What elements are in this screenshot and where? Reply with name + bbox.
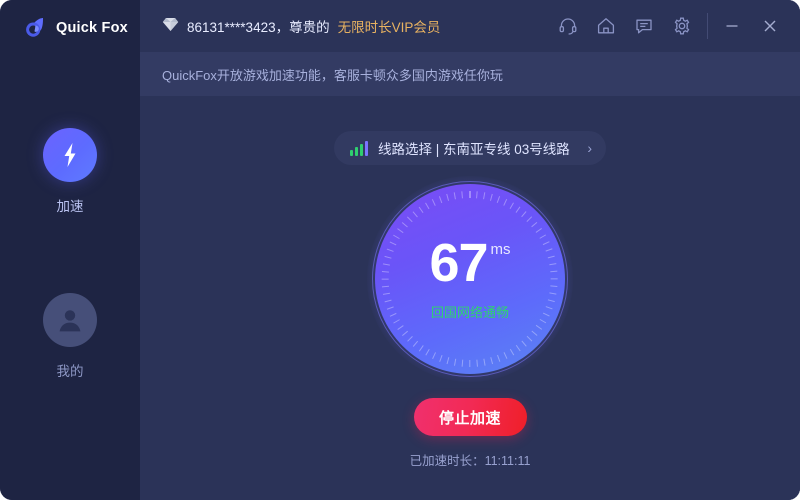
sidebar: Quick Fox 加速 我的 — [0, 0, 140, 500]
gauge-disc: 67 ms 回国网络通畅 — [375, 184, 565, 374]
app-logo-text: Quick Fox — [56, 20, 128, 36]
vip-level-text[interactable]: 无限时长VIP会员 — [338, 16, 441, 36]
acceleration-duration-text: 已加速时长：11:11:11 — [409, 454, 531, 468]
notice-text: QuickFox开放游戏加速功能，客服卡顿众多国内游戏任你玩 — [162, 67, 503, 83]
settings-gear-icon[interactable] — [671, 15, 693, 37]
line-select-label: 线路选择 | 东南亚专线 03号线路 — [378, 142, 570, 157]
user-avatar-icon — [43, 293, 97, 347]
window-controls — [722, 16, 786, 36]
content-area: 线路选择 | 东南亚专线 03号线路 › 67 ms 回国网络通畅 停止加速 已… — [140, 96, 800, 500]
account-info: 86131****3423，尊贵的 无限时长VIP会员 — [162, 16, 440, 36]
sidebar-item-accelerate-label: 加速 — [56, 199, 84, 214]
message-icon[interactable] — [633, 15, 655, 37]
lightning-bolt-icon — [43, 128, 97, 182]
signal-bars-icon — [350, 140, 368, 156]
account-id-text: 86131****3423，尊贵的 — [187, 20, 330, 35]
ping-unit: ms — [490, 241, 511, 259]
ping-value: 67 — [429, 233, 488, 294]
sidebar-nav: 加速 我的 — [0, 128, 140, 380]
app-logo: Quick Fox — [0, 0, 140, 56]
close-button[interactable] — [760, 16, 780, 36]
sidebar-item-profile[interactable]: 我的 — [43, 293, 97, 380]
sidebar-item-profile-label: 我的 — [56, 364, 84, 379]
minimize-button[interactable] — [722, 16, 742, 36]
main-panel: 86131****3423，尊贵的 无限时长VIP会员 QuickFox开放游戏… — [140, 0, 800, 500]
sidebar-item-accelerate[interactable]: 加速 — [43, 128, 97, 215]
home-icon[interactable] — [595, 15, 617, 37]
stop-acceleration-button[interactable]: 停止加速 — [413, 398, 527, 436]
ping-value-group: 67 ms — [429, 233, 511, 294]
quickfox-window: Quick Fox 加速 我的 86131****3423，尊贵的 无限时长VI… — [0, 0, 800, 500]
notice-banner[interactable]: QuickFox开放游戏加速功能，客服卡顿众多国内游戏任你玩 — [140, 52, 800, 96]
fox-droplet-logo-icon — [22, 15, 48, 41]
titlebar-divider — [707, 13, 708, 39]
customer-service-icon[interactable] — [557, 15, 579, 37]
diamond-icon — [162, 17, 179, 35]
titlebar: 86131****3423，尊贵的 无限时长VIP会员 — [140, 0, 800, 52]
ping-gauge: 67 ms 回国网络通畅 — [367, 176, 573, 382]
line-select-button[interactable]: 线路选择 | 东南亚专线 03号线路 › — [334, 131, 606, 165]
titlebar-icon-group — [557, 15, 707, 37]
chevron-right-icon: › — [587, 140, 592, 156]
